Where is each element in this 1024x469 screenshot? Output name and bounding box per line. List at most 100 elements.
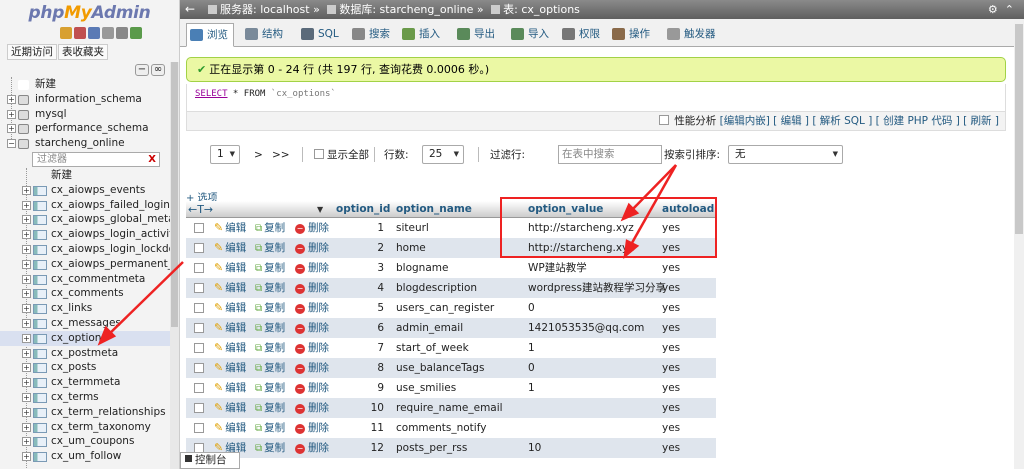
expand-icon[interactable]: + [22,437,31,447]
nav-scroll-thumb[interactable] [171,62,178,327]
expand-icon[interactable]: + [22,230,31,240]
copy-link[interactable]: ⧉ 复制 [255,218,285,239]
cell-option-id[interactable]: 5 [336,298,384,318]
edit-link[interactable]: ✎ 编辑 [214,238,246,258]
row-checkbox[interactable] [194,223,204,233]
cell-option-name[interactable]: users_can_register [396,298,494,318]
expand-icon[interactable]: + [22,274,31,284]
cell-autoload[interactable]: yes [662,238,680,258]
cell-option-id[interactable]: 12 [336,438,384,458]
reload-icon[interactable] [129,27,142,39]
cell-option-id[interactable]: 2 [336,238,384,258]
column-header-option-value[interactable]: option_value [528,201,603,218]
tree-item-table[interactable]: + cx_terms [0,390,170,405]
cell-option-name[interactable]: siteurl [396,218,429,238]
tree-item-table[interactable]: + cx_aiowps_failed_logins [0,198,175,213]
cell-option-id[interactable]: 4 [336,278,384,298]
tree-item-table[interactable]: + cx_links [0,301,170,316]
tree-item-table[interactable]: + cx_comments [0,286,170,301]
show-all-checkbox[interactable] [314,149,324,159]
row-checkbox[interactable] [194,303,204,313]
cell-option-id[interactable]: 6 [336,318,384,338]
row-checkbox[interactable] [194,323,204,333]
tree-item-table[interactable]: + cx_messages [0,316,170,331]
cell-option-name[interactable]: blogdescription [396,278,477,298]
copy-link[interactable]: ⧉ 复制 [255,298,285,319]
collapse-top-icon[interactable]: ⌃ [1005,3,1014,16]
clear-filter-icon[interactable]: X [148,153,156,166]
table-filter-input[interactable]: 过滤器 X [32,152,160,167]
copy-link[interactable]: ⧉ 复制 [255,318,285,339]
delete-link[interactable]: − 删除 [295,338,329,358]
tree-item-db[interactable]: + mysql [0,107,172,122]
cell-autoload[interactable]: yes [662,258,680,278]
console-toggle[interactable]: 控制台 [180,452,240,469]
cell-option-name[interactable]: use_balanceTags [396,358,484,378]
cell-autoload[interactable]: yes [662,358,680,378]
tab-export[interactable]: 导出 [454,23,502,47]
phpmyadmin-logo[interactable]: phpMyAdmin [0,0,179,26]
tab-structure[interactable]: 结构 [242,23,290,47]
settings-gear-icon[interactable]: ⚙ [988,3,998,16]
cell-option-value[interactable]: 10 [528,438,541,458]
cell-option-value[interactable]: 0 [528,298,535,318]
row-checkbox[interactable] [194,343,204,353]
recent-button[interactable]: 近期访问 [7,44,57,60]
page-select[interactable]: 1 [210,145,240,164]
tree-item-table[interactable]: + cx_aiowps_login_activity [0,227,179,242]
tab-triggers[interactable]: 触发器 [664,23,728,47]
expand-icon[interactable]: + [22,392,31,402]
cell-autoload[interactable]: yes [662,378,680,398]
cell-autoload[interactable]: yes [662,278,680,298]
cell-option-id[interactable]: 8 [336,358,384,378]
row-checkbox[interactable] [194,363,204,373]
row-checkbox[interactable] [194,243,204,253]
sort-index-select[interactable]: 无 [728,145,843,164]
tree-item-table[interactable]: + cx_postmeta [0,346,170,361]
docs-icon[interactable] [87,27,100,39]
copy-link[interactable]: ⧉ 复制 [255,278,285,299]
cell-option-value[interactable]: http://starcheng.xyz [528,218,634,238]
row-checkbox[interactable] [194,403,204,413]
filter-rows-input[interactable]: 在表中搜索 [558,145,662,164]
expand-icon[interactable]: + [7,109,16,119]
cell-option-value[interactable]: 1421053535@qq.com [528,318,644,338]
delete-link[interactable]: − 删除 [295,358,329,378]
delete-link[interactable]: − 删除 [295,438,329,458]
column-header-option-id[interactable]: option_id [336,201,390,218]
edit-link[interactable]: ✎ 编辑 [214,398,246,418]
delete-link[interactable]: − 删除 [295,238,329,258]
tab-search[interactable]: 搜索 [349,23,393,47]
expand-icon[interactable]: + [22,289,31,299]
expand-icon[interactable]: + [22,378,31,388]
tree-item-db[interactable]: + performance_schema [0,121,172,136]
cell-option-value[interactable]: WP建站教学 [528,258,587,278]
edit-link[interactable]: ✎ 编辑 [214,298,246,318]
column-menu-dropdown-icon[interactable]: ▼ [317,201,323,218]
nav-scrollbar[interactable] [170,62,179,469]
row-checkbox[interactable] [194,383,204,393]
row-checkbox[interactable] [194,423,204,433]
expand-icon[interactable]: + [22,422,31,432]
breadcrumb-database[interactable]: 数据库: starcheng_online [339,3,473,16]
exit-icon[interactable] [73,27,86,39]
expand-icon[interactable]: + [22,363,31,373]
expand-icon[interactable]: + [22,318,31,328]
tab-sql[interactable]: SQL [298,23,342,47]
edit-link[interactable]: ✎ 编辑 [214,258,246,278]
tab-browse[interactable]: 浏览 [186,23,234,47]
expand-icon[interactable]: + [22,333,31,343]
copy-link[interactable]: ⧉ 复制 [255,438,285,459]
collapse-icon[interactable]: − [7,139,16,149]
tree-item-table[interactable]: + cx_posts [0,360,170,375]
delete-link[interactable]: − 删除 [295,298,329,318]
link-icon[interactable]: ∞ [151,64,165,76]
breadcrumb-table[interactable]: 表: cx_options [503,3,580,16]
tree-item-new[interactable]: 新建 [0,77,172,92]
expand-icon[interactable]: + [7,124,16,134]
delete-link[interactable]: − 删除 [295,278,329,298]
expand-icon[interactable]: + [22,407,31,417]
cell-option-value[interactable]: 1 [528,378,535,398]
column-header-autoload[interactable]: autoload [662,201,714,218]
cell-option-name[interactable]: require_name_email [396,398,503,418]
